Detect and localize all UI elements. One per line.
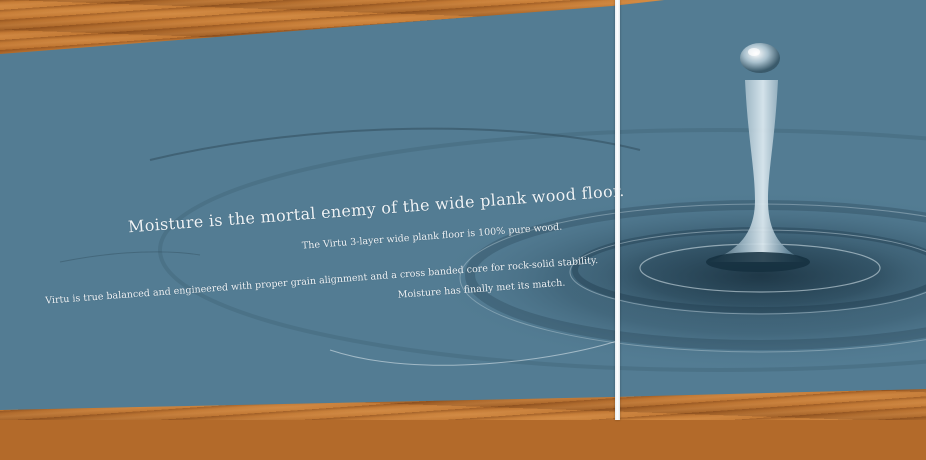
page-fold-divider xyxy=(615,0,620,420)
body-line-tagline: Moisture has finally met its match. xyxy=(397,277,566,301)
body-line-pure-wood: The Virtu 3-layer wide plank floor is 10… xyxy=(301,221,563,252)
brochure-spread: Moisture is the mortal enemy of the wide… xyxy=(0,0,926,410)
brochure-copy: Moisture is the mortal enemy of the wide… xyxy=(0,0,926,410)
